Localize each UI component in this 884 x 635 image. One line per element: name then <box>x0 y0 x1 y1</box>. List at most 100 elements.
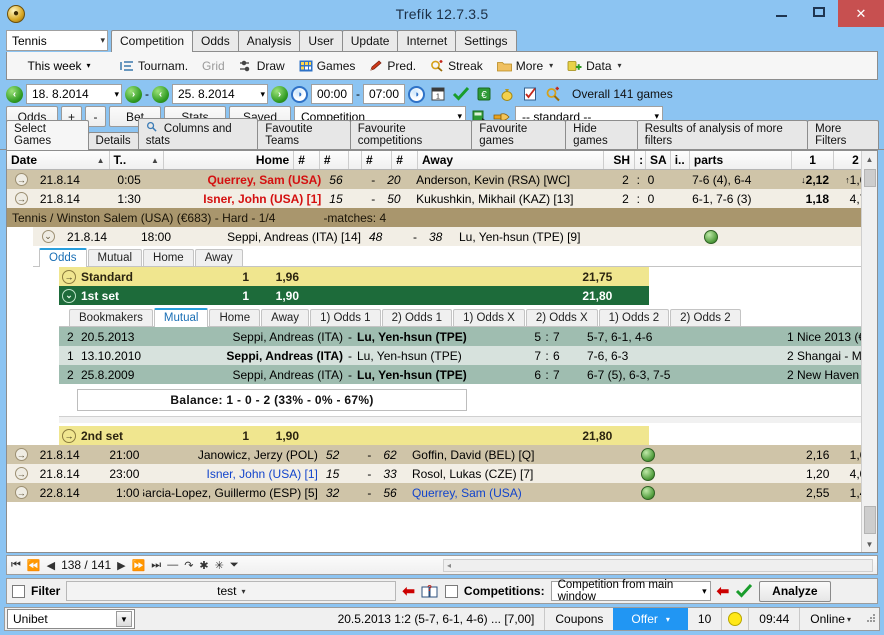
ribbon-more-button[interactable]: More ▾ <box>490 57 560 75</box>
odds-tab-1-odds-2[interactable]: 1) Odds 2 <box>598 309 670 326</box>
expand-row-icon[interactable]: → <box>14 448 28 461</box>
odds-tab-1-odds-1[interactable]: 1) Odds 1 <box>310 309 381 326</box>
date-to-input[interactable]: 25. 8.2014 ▾ <box>172 84 268 104</box>
expand-icon[interactable]: → <box>62 269 76 284</box>
odds-row-standard[interactable]: → Standard 1 1,96 2 1,75 <box>59 267 649 286</box>
nav-next-button[interactable]: ▶ <box>117 559 125 572</box>
time-to-clock-icon[interactable]: ◑ <box>408 85 425 103</box>
resize-grip-icon[interactable] <box>865 612 879 626</box>
col-info[interactable]: i.. <box>671 151 690 169</box>
ribbon-grid-button[interactable]: Grid <box>195 57 232 75</box>
chevron-down-icon[interactable]: ▼ <box>116 611 132 627</box>
nav-first-button[interactable]: ⏮ <box>11 559 21 572</box>
grid-horizontal-scrollbar[interactable]: ◂ <box>443 558 873 572</box>
col-sh[interactable]: SH <box>604 151 636 169</box>
odds-row-1st-set[interactable]: ⌄ 1st set 1 1,90 2 1,80 <box>59 286 649 305</box>
expand-row-icon[interactable]: → <box>14 486 28 499</box>
col-parts[interactable]: parts <box>690 151 793 169</box>
nav-next-page-button[interactable]: ⏩ <box>132 559 146 572</box>
ribbon-tournaments-button[interactable]: Tournam. <box>113 57 195 75</box>
nav-refresh-button[interactable]: ↷ <box>184 559 193 572</box>
date-from-next-button[interactable]: › <box>125 85 142 103</box>
sport-select[interactable]: Tennis ▾ <box>6 30 108 51</box>
online-selector[interactable]: Online ▾ <box>799 608 861 630</box>
checklist-icon[interactable] <box>520 84 540 104</box>
globe-icon[interactable] <box>641 466 656 481</box>
expand-icon[interactable]: → <box>62 428 76 443</box>
odds-tab-2-odds-2[interactable]: 2) Odds 2 <box>670 309 741 326</box>
bookmaker-combo[interactable]: Unibet ▼ <box>7 609 135 629</box>
tab-odds[interactable]: Odds <box>192 30 239 51</box>
time-to-input[interactable]: 07:00 <box>363 84 405 104</box>
scroll-thumb[interactable] <box>863 169 876 187</box>
detail-tab-mutual[interactable]: Mutual <box>87 249 143 266</box>
help-book-icon[interactable]: ? <box>421 583 439 599</box>
col-home-rank[interactable]: # <box>294 151 320 169</box>
money-bag-icon[interactable] <box>497 84 517 104</box>
check-icon[interactable] <box>735 583 753 599</box>
globe-icon[interactable] <box>703 229 718 244</box>
expand-row-icon[interactable]: → <box>14 192 28 205</box>
period-select[interactable]: This week ▾ <box>11 56 107 76</box>
grid-vertical-scrollbar[interactable]: ▲ ▼ <box>861 151 877 552</box>
time-from-clock-icon[interactable]: ◑ <box>291 85 308 103</box>
col-away-rank[interactable]: # <box>362 151 393 169</box>
col-colon[interactable]: : <box>635 151 646 169</box>
nav-last-button[interactable]: ⏭ <box>151 559 161 572</box>
table-row[interactable]: → 21.8.14 1:30 Isner, John (USA) [1] 15 … <box>7 189 877 208</box>
scroll-down-button[interactable]: ▼ <box>861 536 877 552</box>
calendar-icon[interactable]: 1 <box>428 84 448 104</box>
col-away-rank2[interactable]: # <box>392 151 418 169</box>
ftab-favourite-competitions[interactable]: Favourite competitions <box>349 120 473 149</box>
ribbon-games-button[interactable]: Games <box>292 57 363 75</box>
date-from-input[interactable]: 18. 8.2014 ▾ <box>26 84 122 104</box>
scroll-up-button[interactable]: ▲ <box>861 151 877 167</box>
ftab-columns-and-stats[interactable]: Columns and stats <box>137 118 259 149</box>
competition-source-combo[interactable]: Competition from main window ▾ <box>550 579 711 603</box>
tab-settings[interactable]: Settings <box>455 30 517 51</box>
ftab-details[interactable]: Details <box>87 132 139 149</box>
ribbon-draw-button[interactable]: Draw <box>232 57 292 75</box>
collapse-row-icon[interactable]: ⌄ <box>41 230 55 243</box>
col-blank[interactable] <box>349 151 362 169</box>
odds-tab-away[interactable]: Away <box>261 309 310 326</box>
col-odds1[interactable]: 1 <box>792 151 834 169</box>
table-row[interactable]: → 22.8.14 1:00 Garcia-Lopez, Guillermo (… <box>7 483 877 502</box>
euro-icon[interactable]: € <box>474 84 494 104</box>
tab-internet[interactable]: Internet <box>397 30 457 51</box>
nav-prev-button[interactable]: ◀ <box>47 559 55 572</box>
magnifier-plus-icon[interactable] <box>543 84 563 104</box>
odds-row-2nd-set[interactable]: → 2nd set 1 1,90 2 1,80 <box>59 426 649 445</box>
nav-star-button[interactable]: ✱ <box>199 559 208 572</box>
group-header-row[interactable]: Tennis / Winston Salem (USA) (€683) - Ha… <box>7 208 877 227</box>
table-row[interactable]: → 21.8.14 23:00 Isner, John (USA) [1] 15… <box>7 464 877 483</box>
filter-checkbox[interactable] <box>12 584 25 598</box>
nav-prev-page-button[interactable]: ⏪ <box>27 559 41 572</box>
ribbon-data-button[interactable]: Data ▾ <box>560 57 628 75</box>
expand-row-icon[interactable]: → <box>14 173 28 186</box>
h2h-row[interactable]: 2 25.8.2009 Seppi, Andreas (ITA) - Lu, Y… <box>59 365 877 384</box>
h2h-row[interactable]: 2 20.5.2013 Seppi, Andreas (ITA) - Lu, Y… <box>59 327 877 346</box>
coupons-button[interactable]: Coupons <box>544 608 613 630</box>
ftab-select-games[interactable]: Select Games <box>6 120 89 150</box>
tab-competition[interactable]: Competition <box>111 30 194 52</box>
globe-icon[interactable] <box>641 485 656 500</box>
h2h-row[interactable]: 1 13.10.2010 Seppi, Andreas (ITA) - Lu, … <box>59 346 877 365</box>
ribbon-streak-button[interactable]: Streak <box>423 57 490 75</box>
analyze-button[interactable]: Analyze <box>759 580 831 602</box>
prev-period-button[interactable]: ‹ <box>6 85 23 103</box>
time-from-input[interactable]: 00:00 <box>311 84 353 104</box>
filter-expression-box[interactable]: test ▾ <box>66 581 397 601</box>
ribbon-pred-button[interactable]: Pred. <box>362 57 423 75</box>
expand-row-icon[interactable]: → <box>14 467 28 480</box>
scroll-thumb-2[interactable] <box>863 506 876 534</box>
arrow-left-icon-2[interactable]: ⬅ <box>717 582 730 600</box>
nav-filter-button[interactable]: ⏷ <box>230 559 239 572</box>
col-date[interactable]: Date ▲ <box>7 151 110 169</box>
odds-tab-1-odds-x[interactable]: 1) Odds X <box>453 309 525 326</box>
detail-hscroll[interactable] <box>59 416 877 423</box>
table-row-expanded[interactable]: ⌄ 21.8.14 18:00 Seppi, Andreas (ITA) [14… <box>33 227 877 246</box>
offer-button[interactable]: Offer ▾ <box>613 608 688 630</box>
ftab-favourite-teams[interactable]: Favoutite Teams <box>257 120 351 149</box>
col-time[interactable]: T.. ▲ <box>110 151 164 169</box>
